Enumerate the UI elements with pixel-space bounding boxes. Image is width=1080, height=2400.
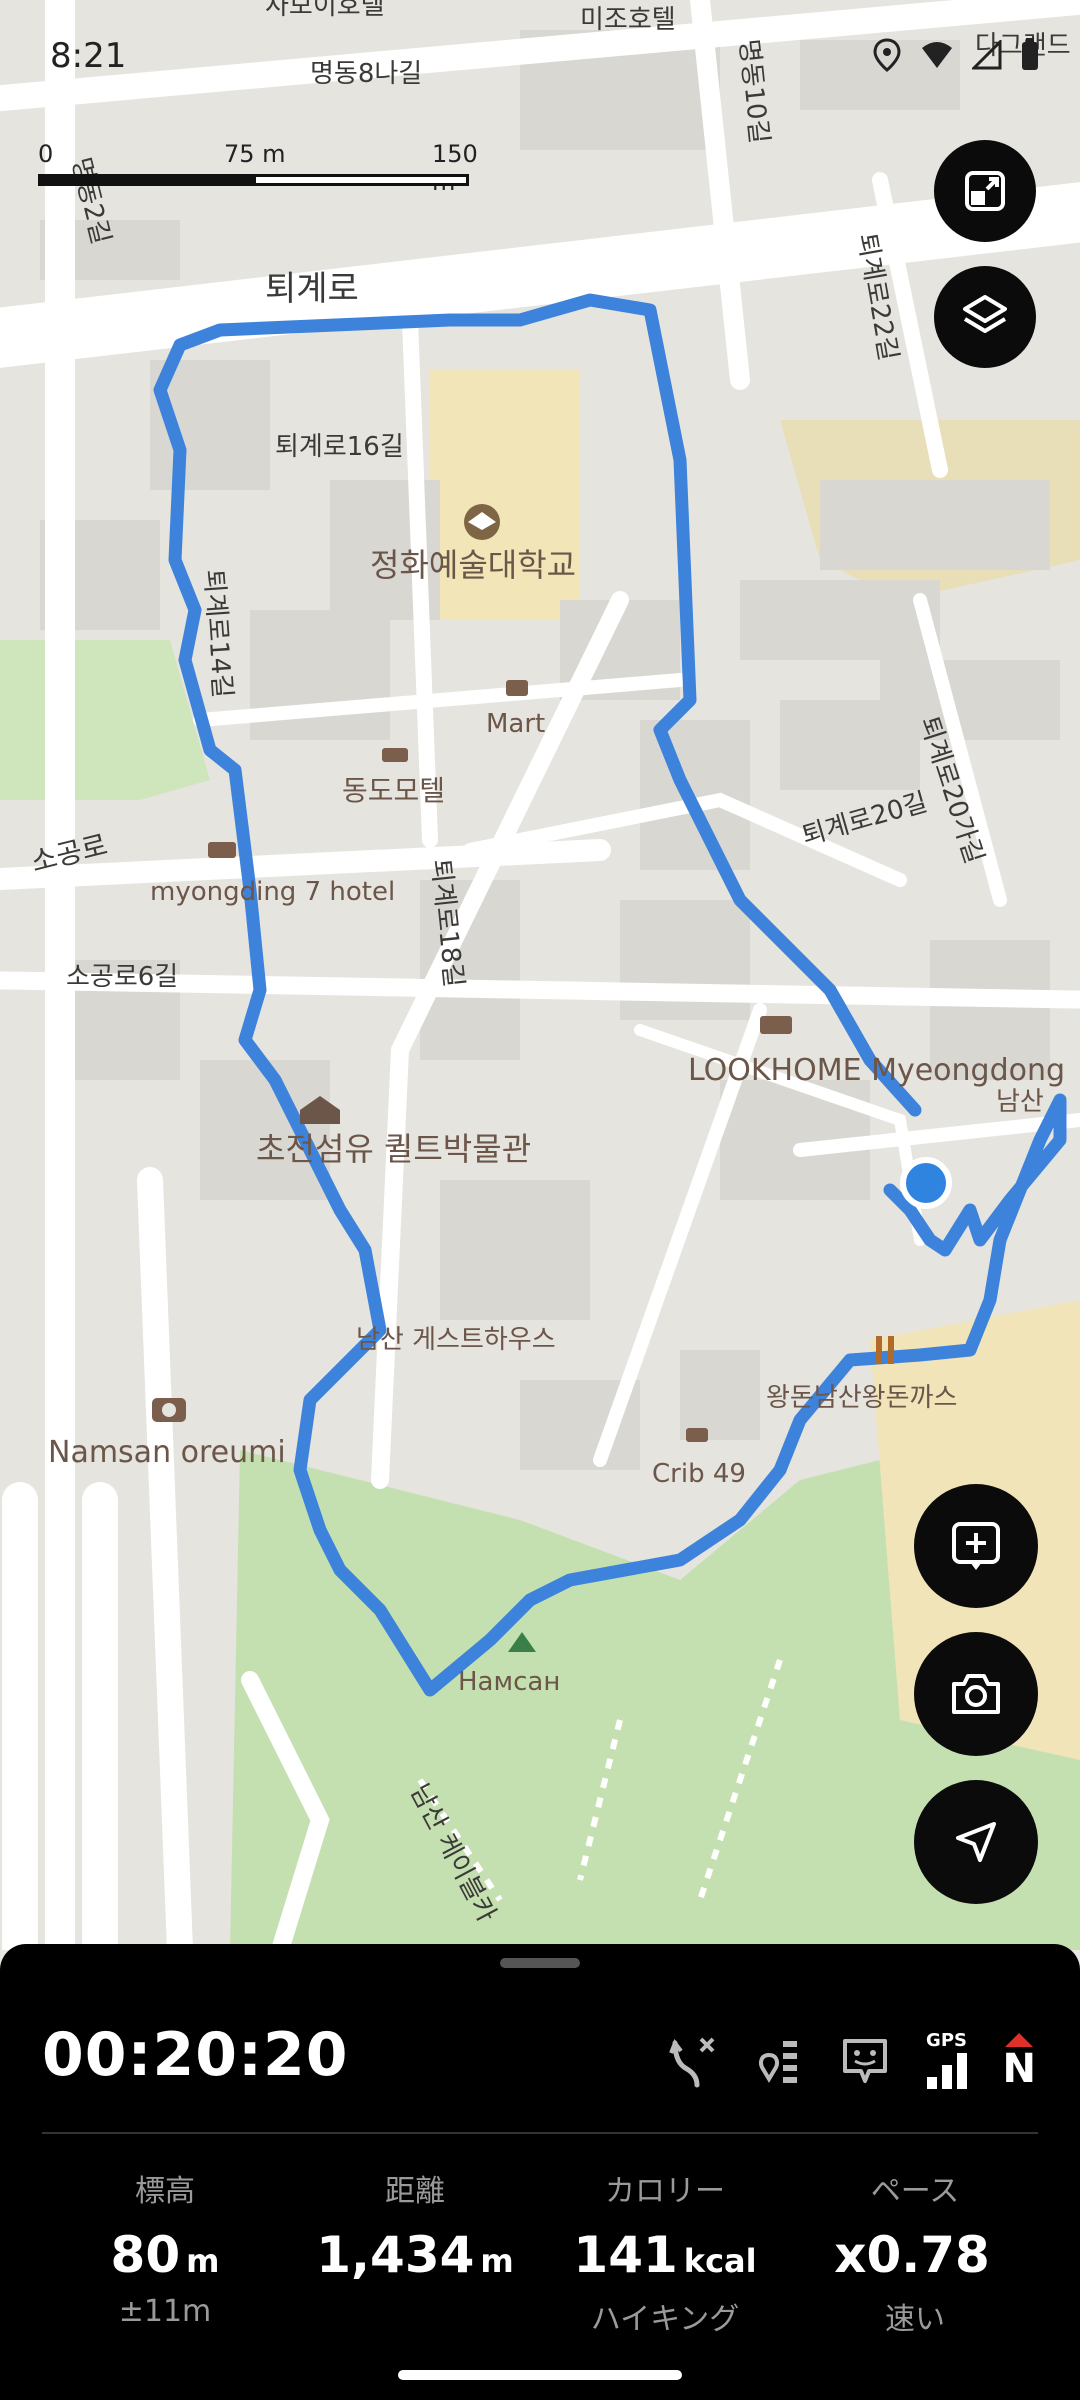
stat-calories-activity: ハイキング <box>590 2302 740 2337</box>
stat-distance-value: 1,434 <box>316 2226 475 2284</box>
stat-distance-value-row: 1,434 m <box>280 2226 550 2284</box>
layers-button[interactable] <box>934 266 1036 368</box>
stat-calories-title: カロリー <box>605 2174 725 2209</box>
my-location-button[interactable] <box>914 1780 1038 1904</box>
poi-label-mart: Mart <box>486 709 545 739</box>
checkpoint-face-icon[interactable] <box>839 2033 891 2089</box>
scale-label-0: 0 <box>38 140 54 168</box>
status-bar: 8:21 <box>0 0 1080 110</box>
layers-icon <box>963 295 1007 333</box>
poi-label-namsan: 남산 <box>996 1087 1044 1117</box>
gps-label: GPS <box>926 2030 967 2051</box>
add-note-icon <box>952 1522 1000 1570</box>
poi-label-namsan-guesthouse: 남산 게스트하우스 <box>356 1325 556 1355</box>
stat-calories-value: 141 <box>573 2226 678 2284</box>
stat-altitude-title: 標高 <box>135 2174 195 2209</box>
battery-status-icon <box>1022 38 1038 70</box>
poi-label-lookhome: LOOKHOME Myeongdong <box>688 1053 1065 1088</box>
stat-pace: ペース x0.78 速い <box>780 2166 1050 2338</box>
stat-calories: カロリー 141 kcal ハイキング <box>530 2166 800 2338</box>
tracking-status-icons: GPS N <box>667 2030 1036 2089</box>
poi-label-quilt-museum: 초전섬유 퀼트박물관 <box>256 1130 531 1168</box>
school-icon <box>464 504 500 540</box>
stat-pace-value: x0.78 <box>834 2226 990 2284</box>
camera-icon <box>952 1674 1000 1714</box>
elapsed-timer: 00:20:20 <box>42 2020 349 2090</box>
stat-distance: 距離 1,434 m <box>280 2166 550 2294</box>
sheet-divider <box>42 2132 1038 2134</box>
stat-distance-title: 距離 <box>385 2174 445 2209</box>
compass-indicator[interactable]: N <box>1003 2031 1036 2089</box>
stat-calories-unit: kcal <box>683 2242 757 2280</box>
poi-label-dongdo-motel: 동도모텔 <box>342 774 445 807</box>
hotel-icon <box>686 1428 708 1442</box>
stat-distance-unit: m <box>480 2242 514 2280</box>
stat-pace-title: ペース <box>870 2174 960 2209</box>
stat-altitude-accuracy: ±11m <box>118 2294 212 2329</box>
poi-label-myongding-hotel: myongding 7 hotel <box>150 877 395 907</box>
status-icons <box>872 38 1040 72</box>
street-label-toegyero: 퇴계로 <box>265 269 359 309</box>
poi-label-school: 정화예술대학교 <box>370 546 576 584</box>
home-indicator[interactable] <box>398 2370 682 2380</box>
stat-altitude-unit: m <box>186 2242 220 2280</box>
stat-altitude-value-row: 80 m <box>30 2226 300 2284</box>
compass-label: N <box>1002 2046 1036 2092</box>
route-off-icon[interactable] <box>667 2033 719 2089</box>
scale-bar-segment-filled <box>38 174 256 186</box>
gps-bars-icon <box>926 2053 967 2089</box>
camera-button[interactable] <box>914 1632 1038 1756</box>
street-label-sogongro-6gil: 소공로6길 <box>66 962 178 992</box>
expand-frame-icon <box>965 171 1005 211</box>
waypoints-icon[interactable] <box>753 2033 805 2089</box>
current-location-dot <box>900 1157 952 1209</box>
add-waypoint-button[interactable] <box>914 1484 1038 1608</box>
stat-altitude: 標高 80 m ±11m <box>30 2166 300 2329</box>
poi-label-crib49: Crib 49 <box>652 1459 746 1489</box>
stat-altitude-value: 80 <box>110 2226 181 2284</box>
street-label-toegyero-16gil: 퇴계로16길 <box>275 432 404 462</box>
hotel-icon <box>760 1016 792 1034</box>
navigation-arrow-icon <box>956 1822 996 1862</box>
wifi-status-icon <box>922 42 952 68</box>
stat-pace-value-row: x0.78 <box>780 2226 1050 2284</box>
gps-signal-indicator: GPS <box>925 2030 969 2089</box>
map-view[interactable]: 퇴계로 명동8나길 명동10길 퇴계로16길 퇴계로14길 퇴계로18길 퇴계로… <box>0 0 1080 1950</box>
signal-status-icon <box>972 40 1002 70</box>
scale-bar-segment-empty <box>253 174 469 186</box>
layout-toggle-button[interactable] <box>934 140 1036 242</box>
stat-pace-rating: 速い <box>885 2302 945 2337</box>
camera-poi-icon <box>152 1398 186 1422</box>
hotel-icon <box>208 842 236 858</box>
scale-label-150: 150 m <box>432 140 478 196</box>
poi-label-namsan-ru: Намсан <box>458 1667 560 1697</box>
poi-label-wangdongas: 왕돈남산왕돈까스 <box>766 1383 957 1413</box>
hotel-icon <box>382 748 408 762</box>
status-time: 8:21 <box>50 36 127 76</box>
location-status-icon <box>873 38 901 72</box>
stat-calories-value-row: 141 kcal <box>530 2226 800 2284</box>
shop-icon <box>506 680 528 696</box>
scale-label-75: 75 m <box>224 140 286 168</box>
scale-bar: 0 75 m 150 m <box>38 140 478 200</box>
sheet-drag-handle[interactable] <box>500 1958 580 1968</box>
tracking-panel[interactable]: 00:20:20 GPS N 標高 80 m ±11m 距離 1,434 m カ… <box>0 1944 1080 2400</box>
map-canvas[interactable]: 퇴계로 명동8나길 명동10길 퇴계로16길 퇴계로14길 퇴계로18길 퇴계로… <box>0 0 1080 1950</box>
poi-label-namsan-oreumi: Namsan oreumi <box>48 1435 286 1470</box>
